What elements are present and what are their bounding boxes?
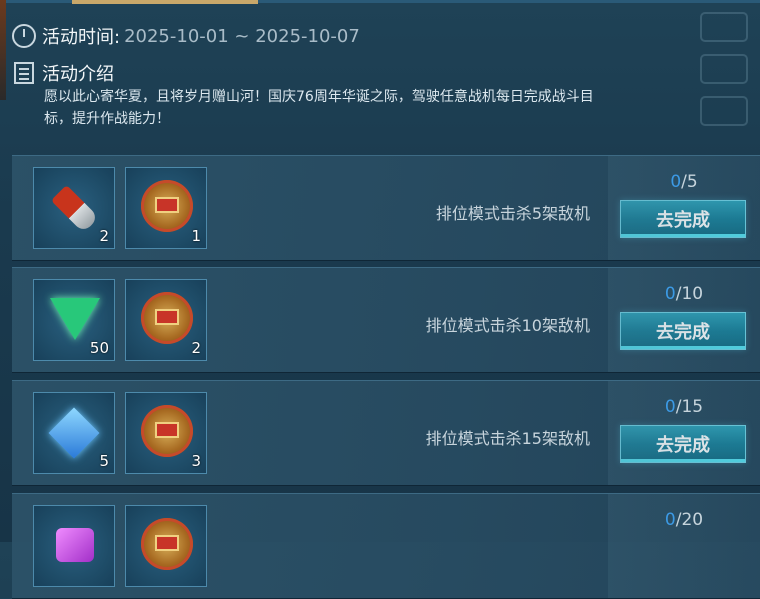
progress-total: /10 [675, 284, 704, 304]
progress-current: 0 [664, 284, 676, 304]
go-complete-button[interactable]: 去完成 [620, 425, 746, 463]
task-row: 2 1 排位模式击杀5架敌机 0/5 去完成 [12, 155, 760, 261]
reward-slot[interactable]: 2 [125, 279, 207, 361]
go-complete-button[interactable]: 去完成 [620, 200, 746, 238]
activity-time-value: 2025-10-01 ~ 2025-10-07 [124, 25, 360, 47]
left-edge-decoration [0, 0, 6, 100]
activity-time-row: 活动时间: 2025-10-01 ~ 2025-10-07 [12, 22, 360, 50]
reward-count: 50 [89, 339, 109, 357]
reward-count: 5 [99, 452, 109, 470]
reward-slot[interactable] [125, 505, 207, 587]
task-row: 0/20 [12, 493, 760, 599]
task-description: 排位模式击杀5架敌机 [435, 204, 590, 223]
medal-icon [141, 518, 193, 570]
go-complete-button[interactable]: 去完成 [620, 312, 746, 350]
reward-slot[interactable]: 5 [33, 392, 115, 474]
reward-slot[interactable]: 50 [33, 279, 115, 361]
task-progress: 0/20 [618, 510, 750, 530]
medal-icon [141, 180, 193, 232]
active-tab-indicator [72, 0, 258, 4]
reward-slot[interactable]: 1 [125, 167, 207, 249]
progress-total: /20 [675, 510, 704, 530]
reward-slot[interactable]: 3 [125, 392, 207, 474]
task-row: 50 2 排位模式击杀10架敌机 0/10 去完成 [12, 267, 760, 373]
reward-slot[interactable]: 2 [33, 167, 115, 249]
activity-intro-title: 活动介绍 [42, 64, 114, 85]
green-gem-icon [50, 298, 100, 340]
document-icon [14, 62, 34, 84]
task-progress: 0/5 [618, 172, 750, 192]
task-progress: 0/15 [618, 397, 750, 417]
progress-total: /5 [681, 172, 698, 192]
reward-slot[interactable] [33, 505, 115, 587]
background-decoration [690, 0, 760, 160]
activity-intro-text: 愿以此心寄华夏，且将岁月赠山河！国庆76周年华诞之际，驾驶任意战机每日完成战斗目… [44, 89, 594, 127]
purple-gem-icon [56, 528, 94, 562]
task-description: 排位模式击杀15架敌机 [425, 429, 590, 448]
task-progress: 0/10 [618, 284, 750, 304]
reward-count: 3 [191, 452, 201, 470]
progress-current: 0 [664, 510, 676, 530]
reward-count: 2 [191, 339, 201, 357]
progress-total: /15 [675, 397, 704, 417]
medal-icon [141, 405, 193, 457]
reward-count: 2 [99, 227, 109, 245]
task-description: 排位模式击杀10架敌机 [425, 316, 590, 335]
progress-current: 0 [670, 172, 682, 192]
activity-time-label: 活动时间: [42, 27, 121, 48]
activity-intro-row: 活动介绍 [14, 60, 114, 86]
medal-icon [141, 292, 193, 344]
progress-current: 0 [664, 397, 676, 417]
missile-shell-icon [50, 184, 100, 234]
reward-count: 1 [191, 227, 201, 245]
stopwatch-icon [12, 24, 36, 48]
blue-crystal-icon [48, 407, 100, 459]
task-row: 5 3 排位模式击杀15架敌机 0/15 去完成 [12, 380, 760, 486]
